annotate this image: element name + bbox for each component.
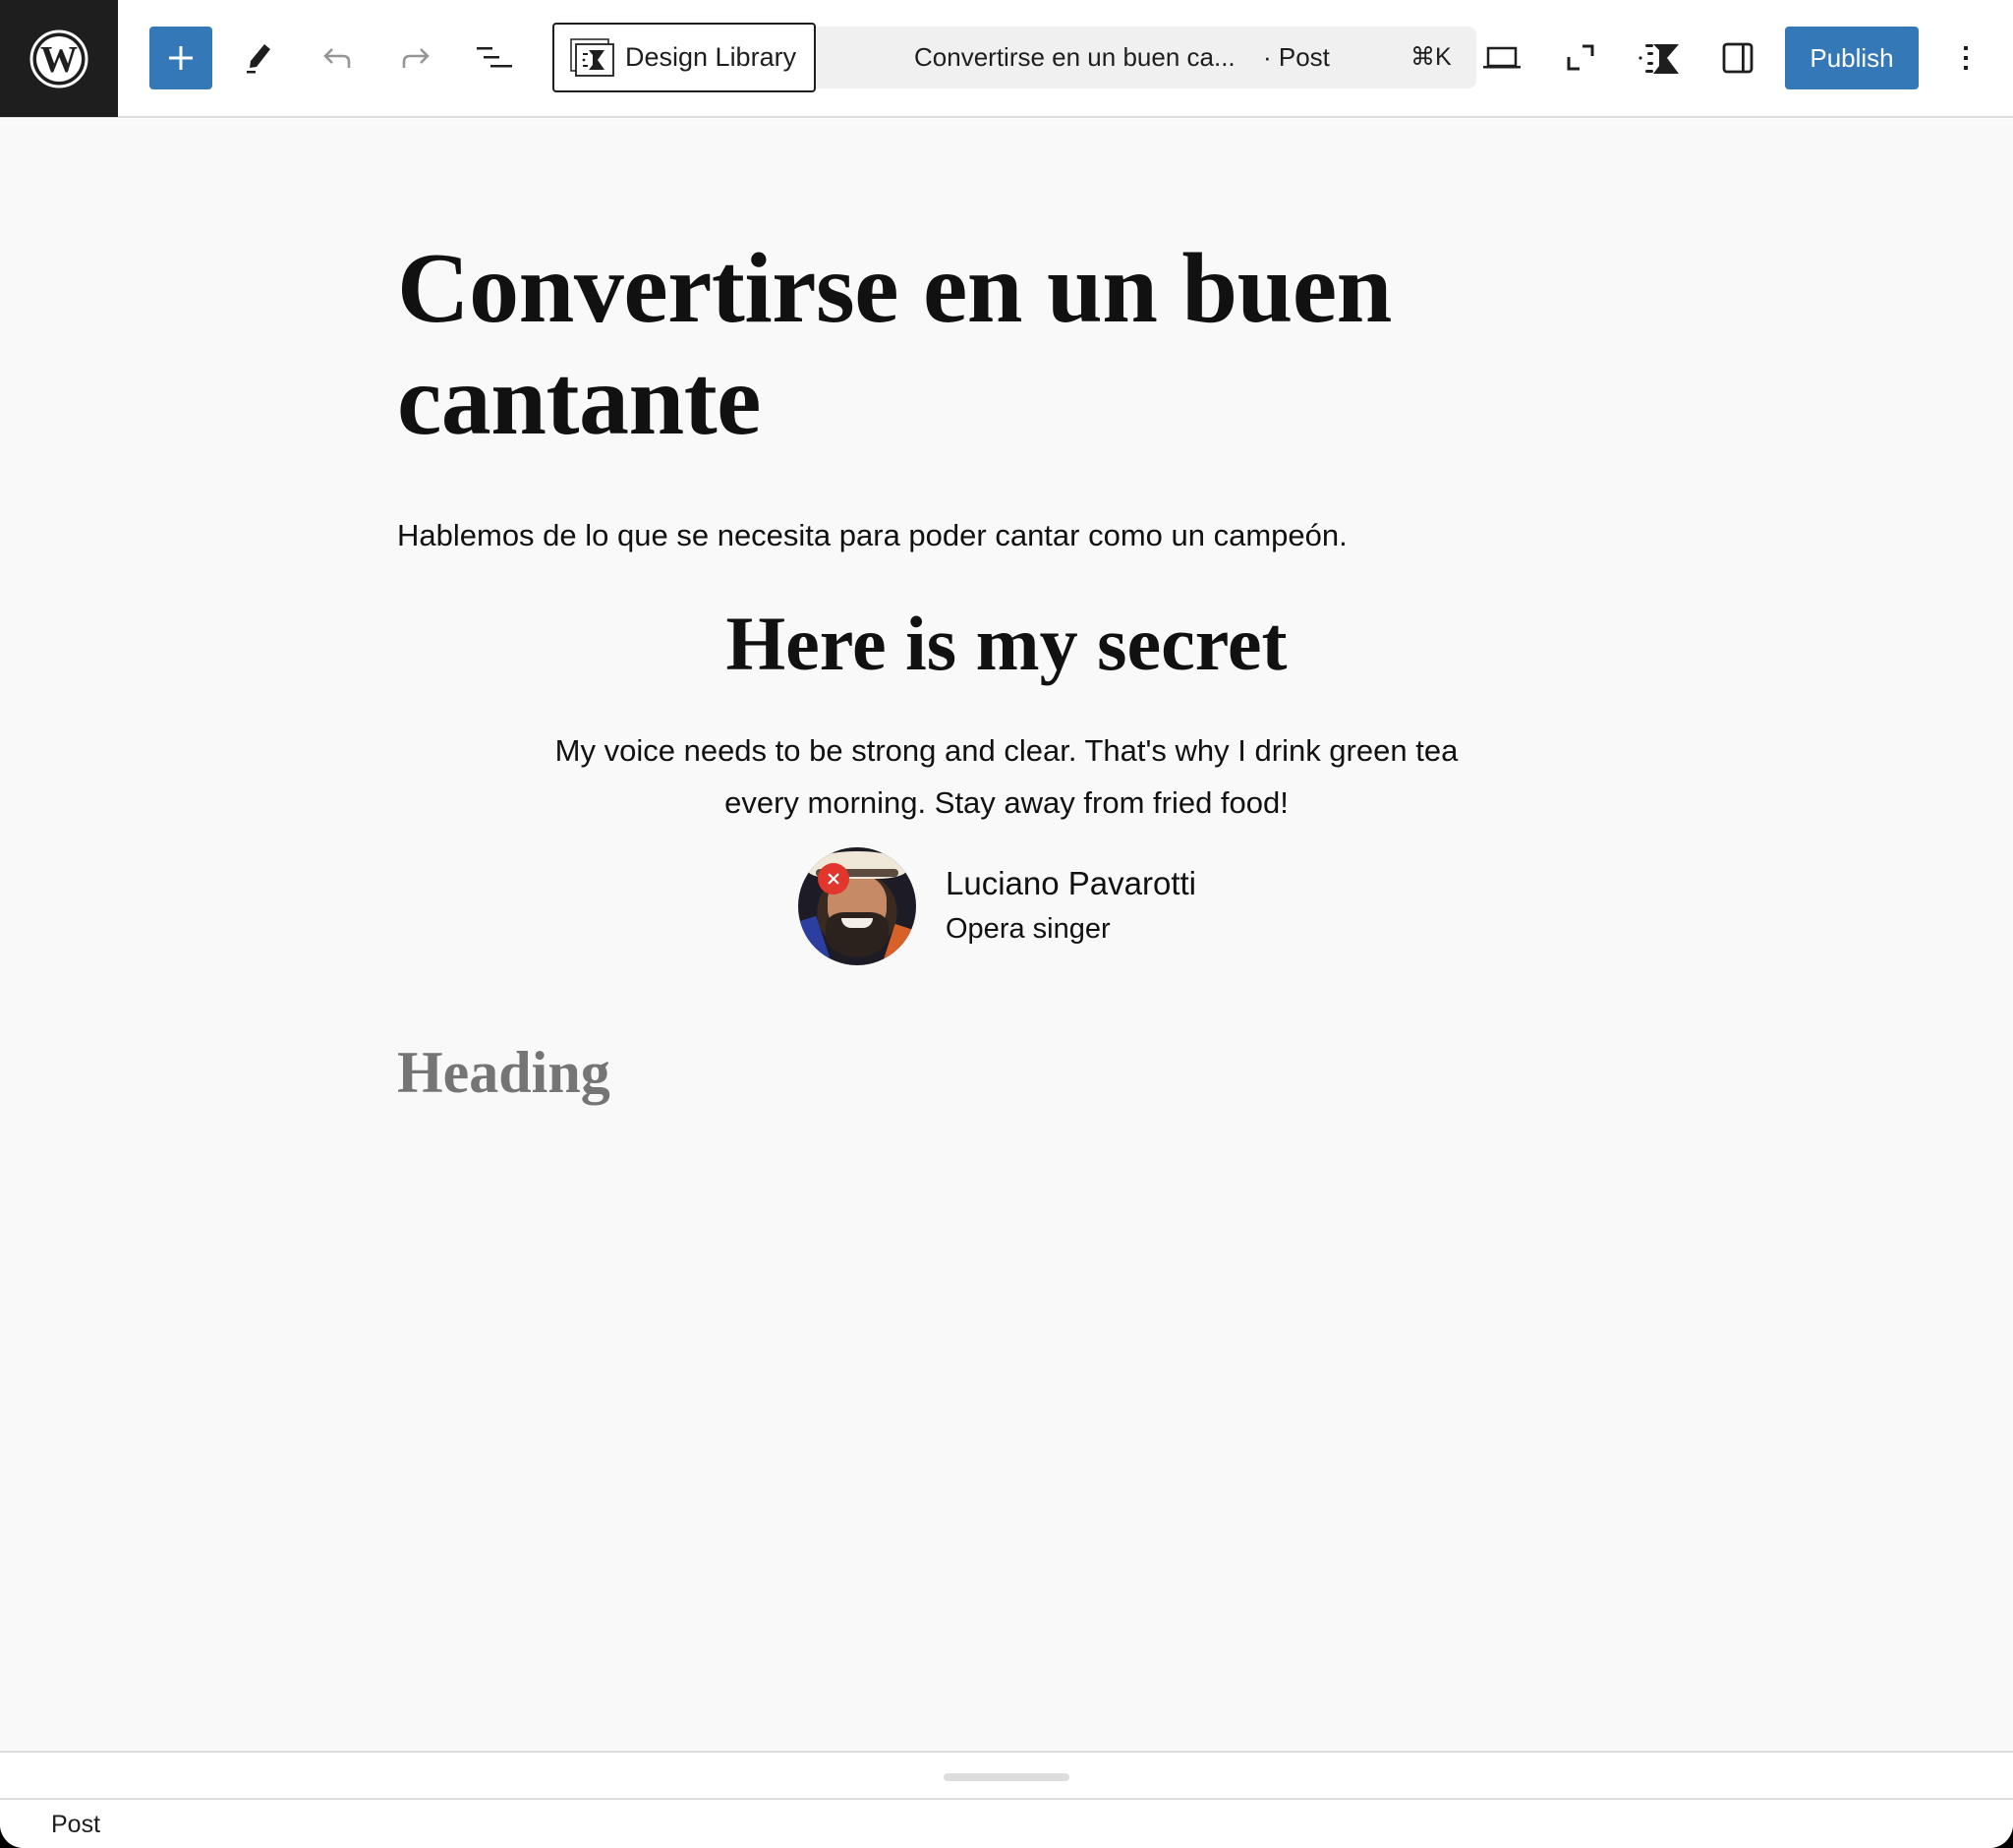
editor-canvas: Convertirse en un buen cantante Hablemos…	[0, 119, 2013, 1751]
intro-paragraph[interactable]: Hablemos de lo que se necesita para pode…	[397, 514, 1348, 557]
list-view-icon	[477, 47, 512, 68]
svg-text:W: W	[40, 39, 78, 81]
empty-heading-block[interactable]: Heading	[397, 1033, 610, 1112]
wordpress-logo-button[interactable]: W	[0, 0, 118, 117]
editor-footer: Post	[0, 1800, 2013, 1848]
redo-icon	[402, 48, 430, 68]
plus-icon	[169, 46, 193, 70]
document-type: · Post	[1263, 42, 1330, 72]
wordpress-icon: W	[29, 29, 88, 87]
post-title[interactable]: Convertirse en un buen cantante	[397, 233, 1616, 457]
author-name[interactable]: Luciano Pavarotti	[946, 861, 1196, 906]
publish-button[interactable]: Publish	[1785, 27, 1919, 89]
more-vertical-icon	[1964, 46, 1968, 70]
kadence-icon	[1639, 44, 1679, 74]
author-role[interactable]: Opera singer	[946, 906, 1196, 952]
author-details: Luciano Pavarotti Opera singer	[946, 861, 1196, 952]
secret-heading[interactable]: Here is my secret	[0, 595, 2013, 693]
block-breadcrumb[interactable]: Post	[51, 1808, 100, 1841]
fullscreen-icon	[1567, 44, 1594, 71]
testimonial-author: Luciano Pavarotti Opera singer	[798, 847, 1196, 965]
options-menu-button[interactable]	[1934, 27, 1997, 89]
testimonial-quote[interactable]: My voice needs to be strong and clear. T…	[515, 724, 1498, 829]
command-palette-bar[interactable]: Convertirse en un buen ca... · Post ⌘K	[767, 27, 1476, 88]
settings-sidebar-button[interactable]	[1706, 27, 1769, 89]
resize-panel	[0, 1751, 2013, 1800]
design-library-label: Design Library	[625, 42, 797, 72]
kadence-blocks-button[interactable]	[1628, 27, 1691, 89]
editor-toolbar: W Convertirse en un buen ca... · Post ⌘K…	[0, 0, 2013, 118]
tools-button[interactable]	[227, 27, 290, 89]
close-icon	[828, 873, 839, 885]
undo-icon	[323, 48, 351, 68]
laptop-icon	[1483, 46, 1521, 69]
sidebar-icon	[1722, 42, 1754, 74]
document-overview-button[interactable]	[463, 27, 526, 89]
remove-image-button[interactable]	[818, 863, 849, 895]
undo-button[interactable]	[306, 27, 369, 89]
fullscreen-button[interactable]	[1549, 27, 1612, 89]
design-library-button[interactable]: Design Library	[552, 23, 816, 92]
avatar-detail	[841, 918, 873, 928]
editor-window: W Convertirse en un buen ca... · Post ⌘K…	[0, 0, 2013, 1848]
design-library-icon	[570, 37, 614, 77]
document-title: Convertirse en un buen ca...	[914, 42, 1236, 72]
panel-drag-handle[interactable]	[944, 1773, 1069, 1781]
author-avatar[interactable]	[798, 847, 916, 965]
preview-button[interactable]	[1470, 27, 1533, 89]
keyboard-shortcut: ⌘K	[1410, 43, 1452, 71]
redo-button[interactable]	[384, 27, 447, 89]
pencil-icon	[247, 44, 270, 74]
add-block-button[interactable]	[149, 27, 212, 89]
